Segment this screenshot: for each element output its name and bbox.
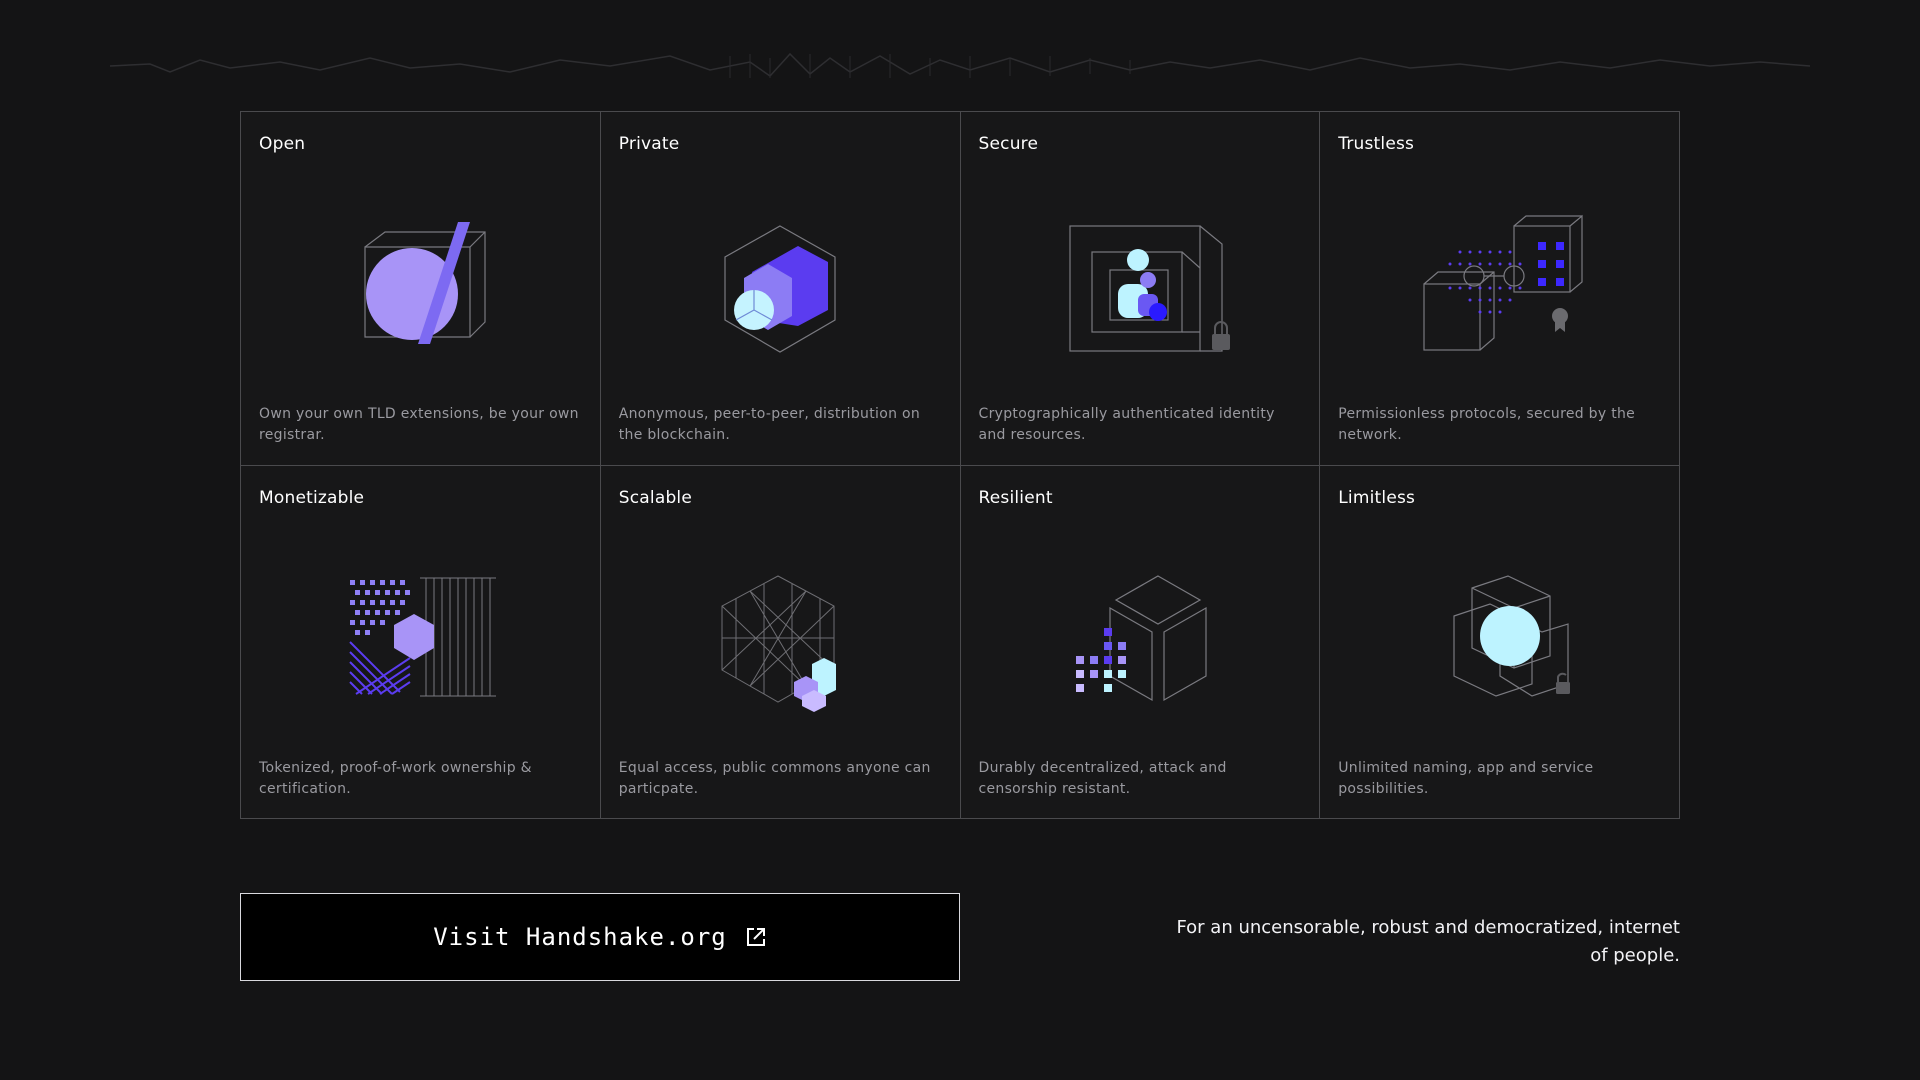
- feature-description: Own your own TLD extensions, be your own…: [259, 406, 579, 443]
- tagline: For an uncensorable, robust and democrat…: [1176, 917, 1680, 966]
- open-illustration-icon: [364, 222, 486, 344]
- feature-card-resilient: Resilient Durably decentralized, attack …: [960, 465, 1321, 819]
- feature-card-limitless: Limitless Unlimited naming, app and serv…: [1320, 465, 1680, 819]
- feature-card-open: Open Own your own TLD extensions, be you…: [241, 112, 601, 466]
- visit-button-label: Visit Handshake.org: [433, 923, 727, 951]
- feature-description: Cryptographically authenticated identity…: [978, 406, 1275, 443]
- feature-card-monetizable: Monetizable Tokenized, proof-of-work own…: [241, 465, 601, 819]
- feature-grid: Open Own your own TLD extensions, be you…: [240, 111, 1680, 819]
- feature-description: Unlimited naming, app and service possib…: [1338, 759, 1594, 797]
- feature-card-trustless: Trustless Permissionless protocols, secu…: [1320, 112, 1680, 466]
- page: Open Own your own TLD extensions, be you…: [0, 0, 1920, 1080]
- feature-title: Trustless: [1338, 134, 1415, 154]
- external-link-icon: [746, 928, 765, 946]
- feature-description: Equal access, public commons anyone can …: [618, 759, 931, 797]
- feature-title: Secure: [978, 134, 1039, 154]
- feature-title: Private: [618, 134, 680, 154]
- private-illustration-icon: [724, 225, 836, 353]
- feature-title: Open: [259, 134, 306, 154]
- feature-description: Anonymous, peer-to-peer, distribution on…: [618, 406, 921, 443]
- visit-handshake-button[interactable]: Visit Handshake.org: [240, 893, 960, 981]
- feature-card-scalable: Scalable Equal access, public commons an…: [600, 465, 961, 819]
- limitless-illustration-icon: [1453, 574, 1570, 697]
- trustless-illustration-icon: [1423, 214, 1583, 351]
- feature-title: Scalable: [618, 487, 693, 508]
- feature-title: Resilient: [978, 487, 1053, 508]
- feature-description: Tokenized, proof-of-work ownership & cer…: [259, 759, 532, 797]
- feature-description: Permissionless protocols, secured by the…: [1338, 406, 1636, 443]
- scalable-illustration-icon: [721, 574, 837, 712]
- resilient-illustration-icon: [1075, 574, 1207, 701]
- feature-title: Limitless: [1338, 487, 1416, 508]
- feature-description: Durably decentralized, attack and censor…: [978, 759, 1227, 797]
- feature-card-secure: Secure Cryptographically authenticated i…: [960, 112, 1321, 466]
- feature-title: Monetizable: [259, 487, 365, 508]
- secure-illustration-icon: [1069, 225, 1230, 352]
- monetizable-illustration-icon: [349, 577, 497, 696]
- decorative-scribble-line: [110, 52, 1810, 78]
- feature-card-private: Private Anonymous, peer-to-peer, distrib…: [600, 112, 961, 466]
